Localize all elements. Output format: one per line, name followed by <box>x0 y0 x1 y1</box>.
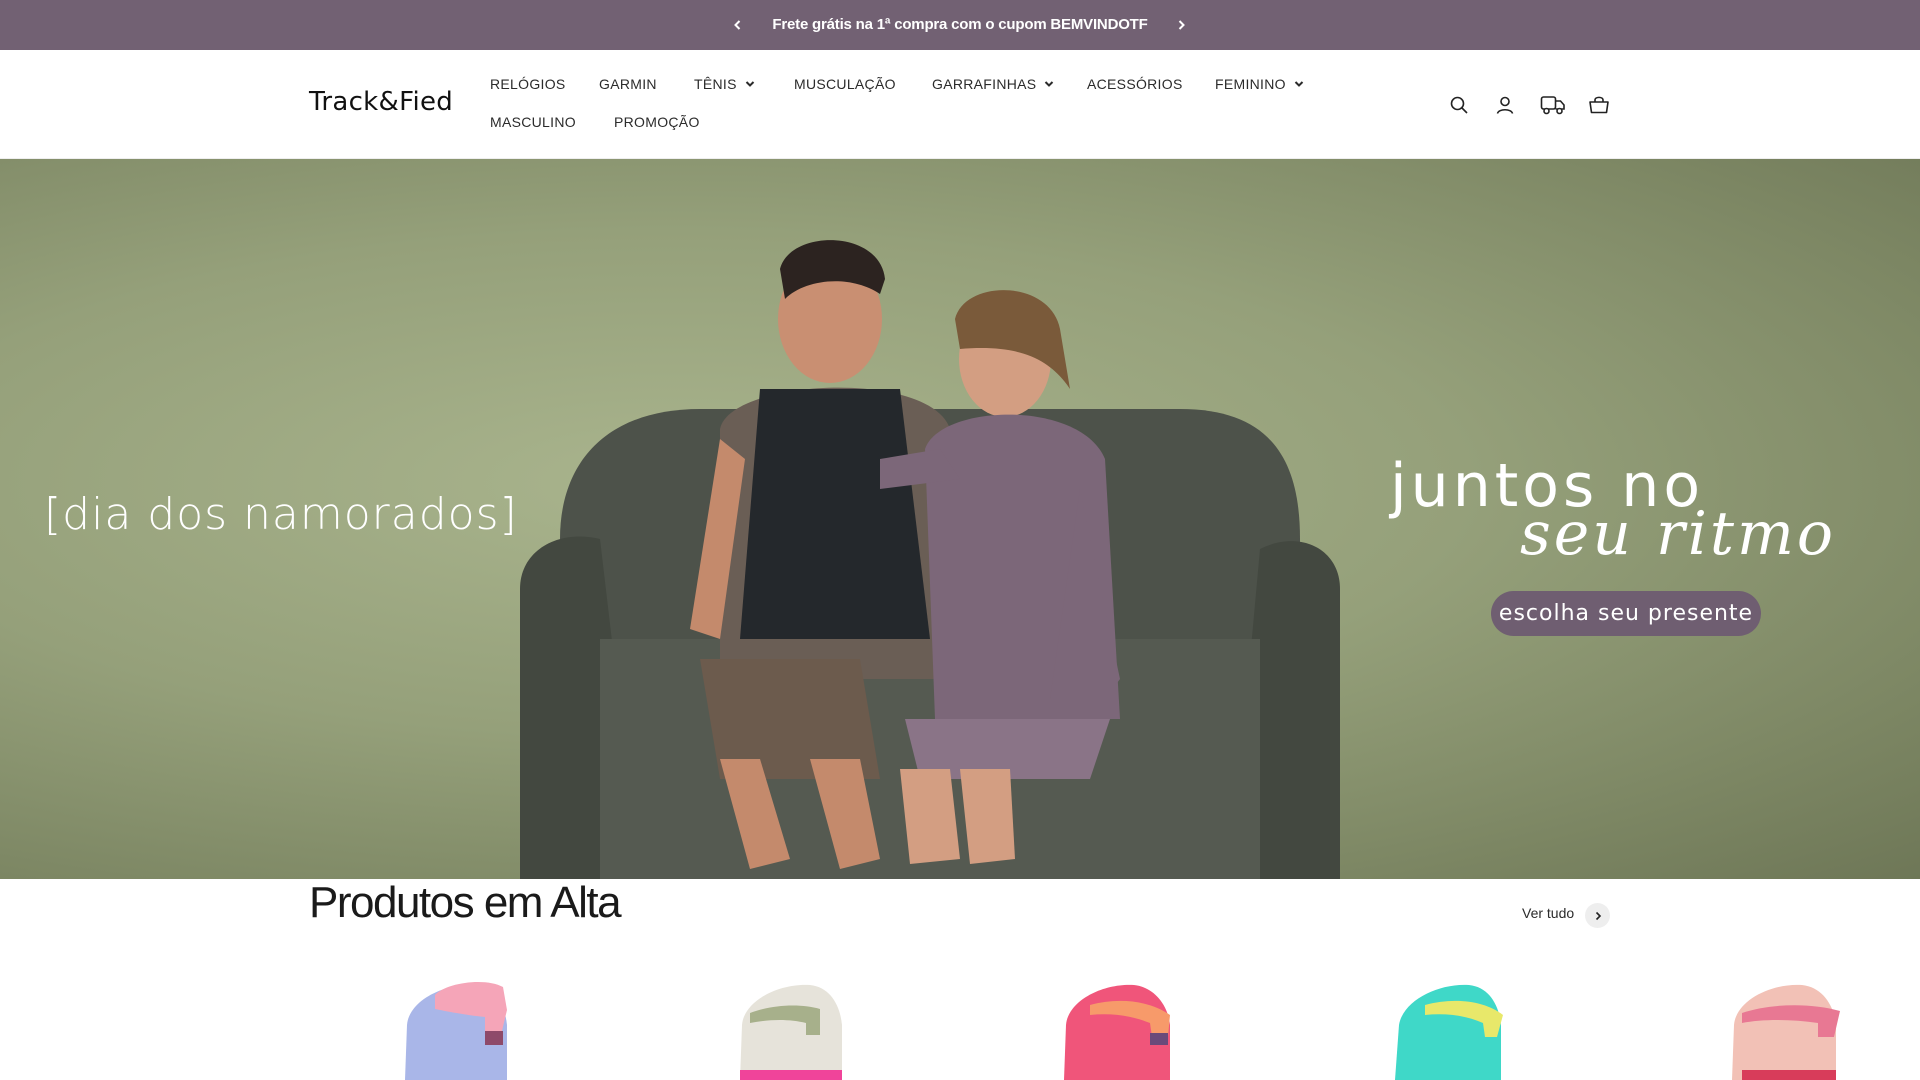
nav-item-label: MUSCULAÇÃO <box>794 76 896 92</box>
section-title: Produtos em Alta <box>309 878 622 927</box>
nav-item-musculacao[interactable]: MUSCULAÇÃO <box>794 76 896 92</box>
water-bottle-icon <box>740 984 842 1080</box>
hero-left-text: [dia dos namorados] <box>44 489 518 540</box>
water-bottle-icon <box>1732 984 1840 1080</box>
hero-headline-line2: seu ritmo <box>1520 499 1837 569</box>
nav-item-label: MASCULINO <box>490 114 576 130</box>
nav-item-tenis[interactable]: TÊNIS <box>694 76 755 92</box>
nav-item-relogios[interactable]: RELÓGIOS <box>490 76 566 92</box>
chevron-right-icon <box>1178 20 1185 30</box>
view-all-button[interactable] <box>1585 903 1610 928</box>
delivery-button[interactable] <box>1538 92 1568 118</box>
search-icon <box>1450 96 1468 114</box>
nav-item-label: GARMIN <box>599 76 657 92</box>
hero-cta-button[interactable]: escolha seu presente <box>1491 591 1761 636</box>
search-button[interactable] <box>1446 92 1472 118</box>
product-card[interactable] <box>1722 975 1872 1080</box>
chevron-down-icon <box>1045 81 1054 87</box>
nav-item-label: RELÓGIOS <box>490 76 566 92</box>
product-card[interactable] <box>385 975 535 1080</box>
nav-item-masculino[interactable]: MASCULINO <box>490 114 576 130</box>
nav-item-label: TÊNIS <box>694 76 737 92</box>
site-header: Track&Fied RELÓGIOS GARMIN TÊNIS MUSCULA… <box>0 50 1920 159</box>
announcement-bar: Frete grátis na 1ª compra com o cupom BE… <box>0 0 1920 50</box>
chevron-right-icon <box>1595 911 1601 920</box>
announcement-next-button[interactable] <box>1168 12 1194 38</box>
cart-button[interactable] <box>1586 92 1612 118</box>
nav-item-feminino[interactable]: FEMININO <box>1215 76 1304 92</box>
nav-item-garmin[interactable]: GARMIN <box>599 76 657 92</box>
water-bottle-icon <box>405 981 507 1080</box>
product-card[interactable] <box>720 975 870 1080</box>
nav-item-garrafinhas[interactable]: GARRAFINHAS <box>932 76 1054 92</box>
nav-item-label: GARRAFINHAS <box>932 76 1037 92</box>
chevron-down-icon <box>745 81 754 87</box>
nav-item-acessorios[interactable]: ACESSÓRIOS <box>1087 76 1183 92</box>
nav-item-label: PROMOÇÃO <box>614 114 700 130</box>
nav-item-promocao[interactable]: PROMOÇÃO <box>614 114 700 130</box>
view-all-link[interactable]: Ver tudo <box>1522 905 1574 921</box>
water-bottle-icon <box>1395 984 1503 1080</box>
announcement-text: Frete grátis na 1ª compra com o cupom BE… <box>772 16 1148 33</box>
hero-banner[interactable]: [dia dos namorados] juntos no seu ritmo … <box>0 159 1920 879</box>
account-icon <box>1496 96 1514 114</box>
logo[interactable]: Track&Fied <box>309 87 453 117</box>
water-bottle-icon <box>1064 984 1170 1080</box>
product-card[interactable] <box>1385 975 1535 1080</box>
product-card[interactable] <box>1050 975 1200 1080</box>
account-button[interactable] <box>1492 92 1518 118</box>
delivery-truck-icon <box>1540 96 1565 115</box>
cart-icon <box>1589 96 1609 114</box>
nav-item-label: FEMININO <box>1215 76 1286 92</box>
nav-item-label: ACESSÓRIOS <box>1087 76 1183 92</box>
chevron-down-icon <box>1294 81 1304 87</box>
